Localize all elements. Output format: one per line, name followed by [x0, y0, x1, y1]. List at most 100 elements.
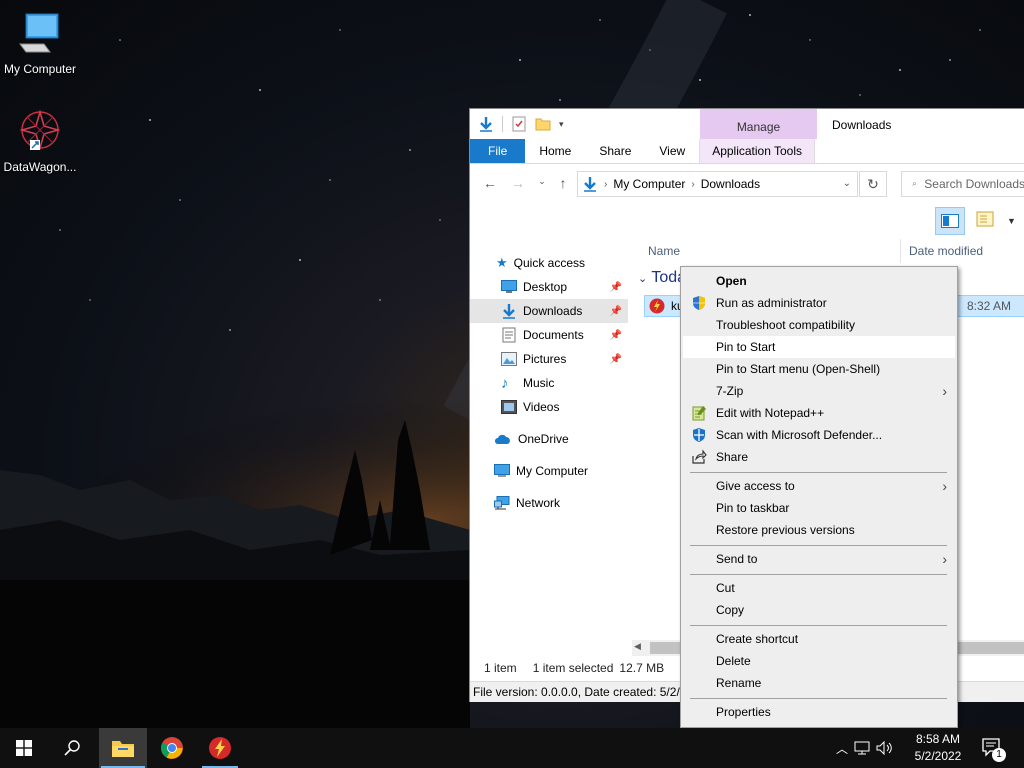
nav-item-downloads[interactable]: Downloads 📌 — [470, 299, 628, 323]
view-options-chevron-icon[interactable]: ▼ — [1007, 216, 1016, 226]
action-center-button[interactable]: 1 — [978, 736, 1008, 762]
menu-item-pin-to-taskbar[interactable]: Pin to taskbar — [683, 497, 955, 519]
breadcrumb-downloads[interactable]: Downloads — [701, 177, 760, 191]
download-arrow-icon — [503, 304, 515, 319]
nav-item-documents[interactable]: Documents 📌 — [470, 323, 628, 347]
ribbon-tabs: File Home Share View Application Tools — [470, 139, 1024, 164]
menu-item-pin-to-start[interactable]: Pin to Start — [683, 336, 955, 358]
customize-toolbar-chevron-icon[interactable]: ▾ — [559, 119, 564, 130]
nav-item-label: Documents — [523, 328, 584, 342]
pin-icon[interactable]: 📌 — [610, 330, 622, 341]
new-folder-icon[interactable] — [535, 116, 551, 132]
network-status-icon[interactable] — [854, 741, 870, 755]
tab-file[interactable]: File — [470, 139, 526, 163]
menu-item-edit-with-notepadpp[interactable]: Edit with Notepad++ — [683, 402, 955, 424]
nav-item-desktop[interactable]: Desktop 📌 — [470, 275, 628, 299]
address-bar[interactable]: › My Computer › Downloads ⌄ — [577, 171, 858, 197]
volume-icon[interactable] — [876, 741, 894, 755]
menu-item-label: 7-Zip — [716, 384, 744, 398]
taskbar-file-explorer[interactable] — [99, 728, 147, 768]
preview-pane-button[interactable] — [935, 207, 965, 235]
column-header-name[interactable]: Name — [648, 239, 680, 263]
menu-item-run-as-administrator[interactable]: Run as administrator — [683, 292, 955, 314]
pin-icon[interactable]: 📌 — [610, 282, 622, 293]
nav-item-my-computer[interactable]: My Computer — [470, 459, 628, 483]
tab-share[interactable]: Share — [585, 139, 645, 163]
menu-separator — [690, 545, 947, 546]
taskbar-chrome[interactable] — [148, 728, 196, 768]
desktop-icon-my-computer[interactable]: My Computer — [0, 10, 80, 76]
menu-item-rename[interactable]: Rename — [683, 672, 955, 694]
file-date-modified: 8:32 AM — [967, 299, 1012, 313]
uac-shield-icon — [693, 296, 705, 310]
menu-item-delete[interactable]: Delete — [683, 650, 955, 672]
nav-item-videos[interactable]: Videos — [470, 395, 628, 419]
menu-item-cut[interactable]: Cut — [683, 577, 955, 599]
search-input[interactable]: Search Downloads — [901, 171, 1024, 197]
refresh-button[interactable]: ↻ — [859, 171, 887, 197]
nav-item-label: Quick access — [513, 256, 586, 270]
tab-view[interactable]: View — [645, 139, 699, 163]
menu-item-label: Pin to Start — [716, 340, 776, 354]
notepadpp-icon — [692, 406, 706, 421]
nav-item-onedrive[interactable]: OneDrive — [470, 427, 628, 451]
preview-pane-icon — [941, 214, 959, 228]
tab-home[interactable]: Home — [525, 139, 585, 163]
menu-item-copy[interactable]: Copy — [683, 599, 955, 621]
properties-check-icon[interactable] — [511, 116, 527, 132]
nav-item-music[interactable]: ♪ Music — [470, 371, 628, 395]
nav-item-label: Pictures — [523, 352, 567, 366]
menu-item-give-access-to[interactable]: Give access to › — [683, 475, 955, 497]
pictures-icon — [501, 352, 517, 366]
breadcrumb-separator-icon: › — [691, 178, 695, 190]
search-button[interactable] — [48, 728, 96, 768]
nav-item-pictures[interactable]: Pictures 📌 — [470, 347, 628, 371]
quick-access-toolbar: ▾ — [470, 109, 700, 139]
menu-item-label: Open — [716, 274, 747, 288]
pin-icon[interactable]: 📌 — [610, 354, 622, 365]
up-arrow-icon[interactable]: ↑ — [551, 175, 575, 191]
group-header-today[interactable]: ⌄ Toda — [638, 269, 686, 287]
datawagon-app-icon — [19, 109, 61, 151]
desktop-icon-datawagon[interactable]: DataWagon... — [0, 108, 80, 174]
menu-item-7zip[interactable]: 7-Zip › — [683, 380, 955, 402]
change-view-icon[interactable] — [975, 210, 997, 232]
show-hidden-icons-chevron-icon[interactable]: ︿ — [836, 740, 848, 757]
menu-item-label: Copy — [716, 603, 745, 617]
computer-icon — [494, 464, 510, 477]
menu-item-scan-with-defender[interactable]: Scan with Microsoft Defender... — [683, 424, 955, 446]
tab-application-tools[interactable]: Application Tools — [699, 139, 816, 163]
address-dropdown-chevron-icon[interactable]: ⌄ — [843, 178, 851, 189]
start-button[interactable] — [0, 728, 48, 768]
menu-item-label: Run as administrator — [716, 296, 827, 310]
column-divider[interactable] — [900, 239, 901, 263]
menu-item-open[interactable]: Open — [683, 270, 955, 292]
nav-item-network[interactable]: Network — [470, 491, 628, 515]
taskbar-app-red[interactable] — [196, 728, 244, 768]
menu-item-properties[interactable]: Properties — [683, 701, 955, 723]
menu-item-send-to[interactable]: Send to › — [683, 548, 955, 570]
menu-item-label: Pin to taskbar — [716, 501, 790, 515]
taskbar-clock[interactable]: 8:58 AM 5/2/2022 — [907, 731, 969, 765]
menu-item-create-shortcut[interactable]: Create shortcut — [683, 628, 955, 650]
forward-arrow-icon[interactable]: → — [506, 175, 530, 191]
column-header-date-modified[interactable]: Date modified — [909, 239, 983, 263]
download-arrow-icon[interactable] — [478, 116, 494, 132]
menu-item-pin-to-start-menu-open-shell[interactable]: Pin to Start menu (Open-Shell) — [683, 358, 955, 380]
breadcrumb-my-computer[interactable]: My Computer — [613, 177, 685, 191]
start-icon — [16, 740, 32, 756]
menu-item-restore-previous-versions[interactable]: Restore previous versions — [683, 519, 955, 541]
selection-size: 12.7 MB — [619, 661, 665, 675]
menu-item-troubleshoot-compatibility[interactable]: Troubleshoot compatibility — [683, 314, 955, 336]
nav-item-label: Music — [523, 376, 555, 390]
downloads-location-icon — [584, 177, 596, 192]
nav-item-quick-access[interactable]: ★ Quick access — [496, 251, 626, 275]
pin-icon[interactable]: 📌 — [610, 306, 622, 317]
menu-item-label: Scan with Microsoft Defender... — [716, 428, 883, 442]
menu-item-share[interactable]: Share — [683, 446, 955, 468]
menu-item-label: Edit with Notepad++ — [716, 406, 825, 420]
back-arrow-icon[interactable]: ← — [478, 175, 502, 191]
navigation-pane: ★ Quick access Desktop 📌 Downloads 📌 Doc… — [470, 239, 630, 659]
clock-date: 5/2/2022 — [914, 749, 962, 763]
scroll-left-arrow-icon[interactable]: ◀ — [634, 641, 641, 652]
